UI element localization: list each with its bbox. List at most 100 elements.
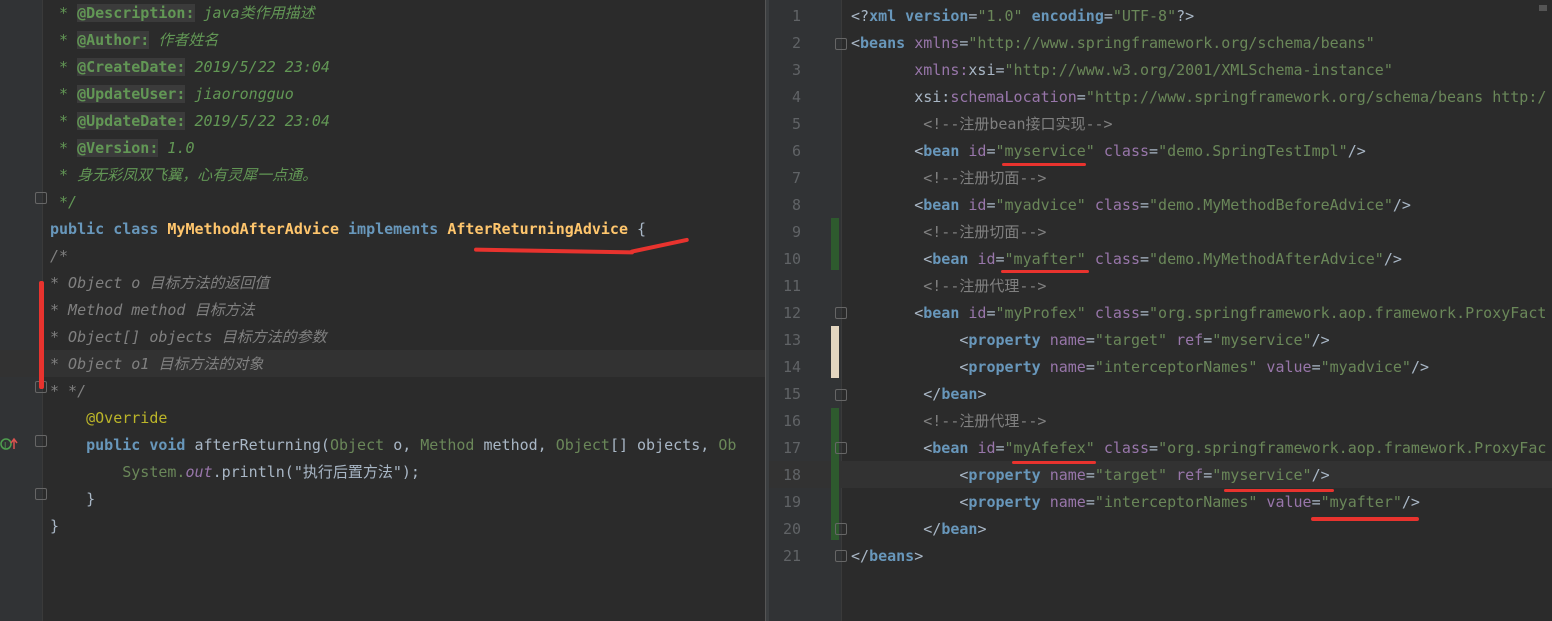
code-text: <bean id="myAfefex" class="org.springfra… — [851, 435, 1546, 462]
fold-marker-icon[interactable] — [835, 389, 847, 401]
code-text: <bean id="myafter" class="demo.MyMethodA… — [851, 246, 1402, 273]
code-token: * — [50, 139, 78, 157]
fold-marker-icon[interactable] — [835, 442, 847, 454]
code-line[interactable]: 7 <!--注册切面--> — [769, 165, 1552, 192]
code-line[interactable]: 21 </beans> — [769, 543, 1552, 570]
fold-marker-icon[interactable] — [35, 488, 47, 500]
code-line[interactable]: * Object[] objects 目标方法的参数 — [0, 324, 765, 351]
code-token: "demo.MyMethodBeforeAdvice" — [1149, 196, 1393, 214]
code-line[interactable]: 17 <bean id="myAfefex" class="org.spring… — [769, 435, 1552, 462]
code-token: > — [914, 547, 924, 565]
code-token: @Override — [50, 409, 168, 427]
code-token: ?> — [1176, 7, 1195, 25]
code-line[interactable]: * @UpdateDate: 2019/5/22 23:04 — [0, 108, 765, 135]
code-line[interactable]: 11 <!--注册代理--> — [769, 273, 1552, 300]
code-line[interactable]: 2 <beans xmlns="http://www.springframewor… — [769, 30, 1552, 57]
code-token: </ — [851, 520, 942, 538]
code-token: <? — [851, 7, 870, 25]
code-line[interactable]: 8 <bean id="myadvice" class="demo.MyMeth… — [769, 192, 1552, 219]
code-line[interactable]: * 身无彩凤双飞翼，心有灵犀一点通。 — [0, 162, 765, 189]
fold-marker-icon[interactable] — [35, 435, 47, 447]
code-token: "UTF-8" — [1112, 7, 1177, 25]
code-line[interactable]: 3 xmlns:xsi="http://www.w3.org/2001/XMLS… — [769, 57, 1552, 84]
code-line[interactable]: 19 <property name="interceptorNames" val… — [769, 489, 1552, 516]
code-token: </ — [851, 385, 942, 403]
code-token: encoding — [1022, 7, 1104, 25]
code-line[interactable]: 10 <bean id="myafter" class="demo.MyMeth… — [769, 246, 1552, 273]
line-number: 13 — [782, 331, 801, 349]
code-line[interactable]: * @Version: 1.0 — [0, 135, 765, 162]
code-text: <bean id="myservice" class="demo.SpringT… — [851, 138, 1366, 165]
code-line[interactable]: 9 <!--注册切面--> — [769, 219, 1552, 246]
code-token: class — [1085, 304, 1140, 322]
code-token: * — [50, 112, 78, 130]
code-line[interactable]: 5 <!--注册bean接口实现--> — [769, 111, 1552, 138]
code-token: "myservice" — [1212, 466, 1312, 484]
code-token: "target" — [1094, 331, 1168, 349]
fold-marker-icon[interactable] — [835, 550, 847, 562]
code-line[interactable]: 16 <!--注册代理--> — [769, 408, 1552, 435]
code-line[interactable]: * @UpdateUser: jiaorongguo — [0, 81, 765, 108]
code-token: class — [1085, 196, 1140, 214]
editor-scroll-marker[interactable] — [1539, 5, 1547, 11]
code-token: 2019/5/22 23:04 — [185, 112, 330, 130]
code-line[interactable]: 15 </bean> — [769, 381, 1552, 408]
code-text: public void afterReturning(Object o, Met… — [50, 432, 736, 459]
code-line[interactable]: @Override — [0, 405, 765, 432]
code-line[interactable]: 13 <property name="target" ref="myservic… — [769, 327, 1552, 354]
code-line[interactable]: 20 </bean> — [769, 516, 1552, 543]
code-token: = — [1311, 358, 1321, 376]
code-text: </bean> — [851, 381, 986, 408]
code-token: bean — [941, 520, 978, 538]
code-token: > — [977, 520, 987, 538]
fold-marker-icon[interactable] — [35, 192, 47, 204]
line-number: 18 — [782, 466, 801, 484]
code-line[interactable]: 18 <property name="target" ref="myservic… — [769, 462, 1552, 489]
code-token: /> — [1392, 196, 1411, 214]
code-token: = — [1076, 88, 1086, 106]
code-token: @Description: — [77, 4, 195, 22]
code-token: 作者姓名 — [149, 31, 219, 49]
code-token: id — [968, 142, 987, 160]
code-line[interactable]: System.out.println("执行后置方法"); — [0, 459, 765, 486]
code-line[interactable]: 6 <bean id="myservice" class="demo.Sprin… — [769, 138, 1552, 165]
code-line[interactable]: * Method method 目标方法 — [0, 297, 765, 324]
code-line[interactable]: 14 <property name="interceptorNames" val… — [769, 354, 1552, 381]
code-token: bean — [923, 196, 969, 214]
code-line[interactable]: * @Author: 作者姓名 — [0, 27, 765, 54]
fold-marker-icon[interactable] — [835, 38, 847, 50]
code-line[interactable]: * */ — [0, 378, 765, 405]
code-token: implements — [339, 220, 448, 238]
fold-marker-icon[interactable] — [835, 307, 847, 319]
xml-editor-pane[interactable]: 1 <?xml version="1.0" encoding="UTF-8"?> 2… — [769, 0, 1552, 621]
code-line[interactable]: } — [0, 513, 765, 540]
code-token: } — [50, 490, 96, 508]
code-line[interactable]: public class MyMethodAfterAdvice impleme… — [0, 216, 765, 243]
code-line[interactable]: 12 <bean id="myProfex" class="org.spring… — [769, 300, 1552, 327]
code-token: < — [851, 358, 969, 376]
code-line[interactable]: public void afterReturning(Object o, Met… — [0, 432, 765, 459]
line-number: 6 — [791, 142, 801, 160]
override-marker-icon[interactable]: I — [0, 437, 18, 451]
java-editor-pane[interactable]: * @Description: java类作用描述 * @Author: 作者姓… — [0, 0, 765, 621]
code-token: * Method method 目标方法 — [50, 301, 255, 319]
code-token: "org.springframework.aop.framework.Proxy… — [1149, 304, 1547, 322]
code-line[interactable]: * @CreateDate: 2019/5/22 23:04 — [0, 54, 765, 81]
code-line[interactable]: } — [0, 486, 765, 513]
code-line[interactable]: * @Description: java类作用描述 — [0, 0, 765, 27]
code-token: ); — [401, 463, 420, 481]
fold-marker-icon[interactable] — [835, 523, 847, 535]
code-line[interactable]: 1 <?xml version="1.0" encoding="UTF-8"?> — [769, 3, 1552, 30]
code-text: <!--注册代理--> — [851, 273, 1046, 300]
code-token: name — [1049, 358, 1086, 376]
code-token: xmlns: — [914, 61, 969, 79]
code-token: <!--注册切面--> — [851, 223, 1047, 241]
code-text: } — [50, 486, 95, 513]
code-token: = — [1085, 331, 1095, 349]
code-line[interactable]: 4 xsi:schemaLocation="http://www.springf… — [769, 84, 1552, 111]
code-line[interactable]: */ — [0, 189, 765, 216]
code-line[interactable]: * Object o1 目标方法的对象 — [0, 351, 765, 378]
code-token: "demo.SpringTestImpl" — [1158, 142, 1348, 160]
code-line[interactable]: * Object o 目标方法的返回值 — [0, 270, 765, 297]
code-token: Object — [555, 436, 610, 454]
